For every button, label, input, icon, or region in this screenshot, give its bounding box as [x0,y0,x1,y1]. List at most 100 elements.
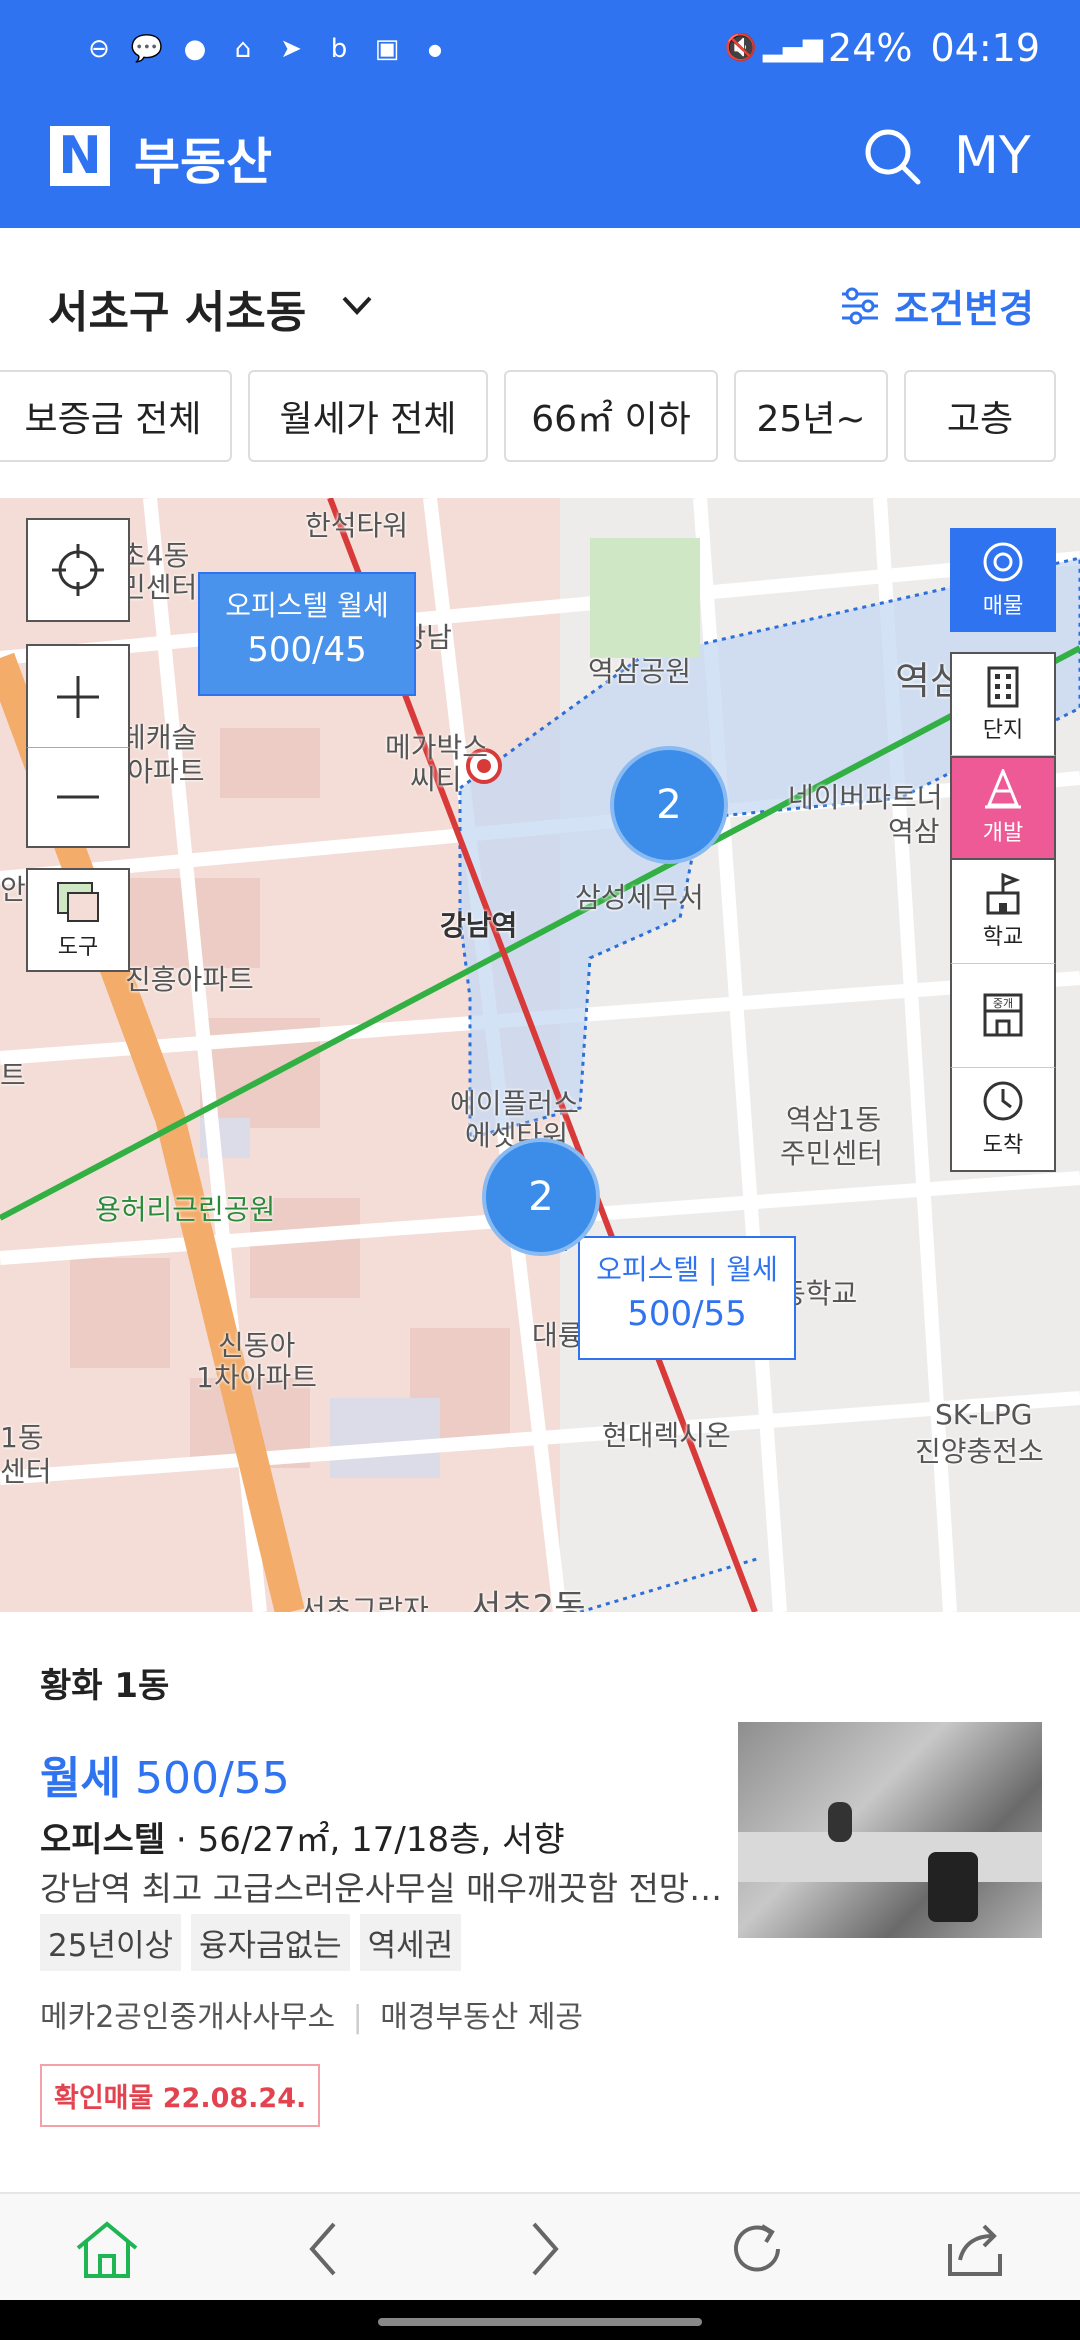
listing-description: 강남역 최고 고급스러운사무실 매우깨끗함 전망… [40,1869,720,1908]
tools-label: 도구 [57,935,99,960]
filter-chips: 보증금 전체 월세가 전체 66㎡ 이하 25년~ 고층 [0,370,1074,464]
filter-deposit[interactable]: 보증금 전체 [0,370,232,462]
arrival-time-button[interactable]: 도착 [950,1068,1056,1172]
zoom-in-button[interactable] [26,644,130,748]
listing-cluster[interactable]: 2 [610,746,728,864]
map-label: 진양충전소 [915,1435,1044,1468]
forward-arrow-icon[interactable] [508,2214,578,2284]
complex-layer-label: 단지 [982,717,1024,743]
agent-layer-button[interactable]: 중개 [950,964,1056,1068]
map-label: SK-LPG [935,1398,1033,1431]
bean-icon: ● [183,34,207,64]
map-label: 주민센터 [780,1137,884,1170]
map-label: 한석타워 [305,509,409,542]
map-label: 현대렉시온 [602,1419,731,1452]
bubble-price: 500/45 [247,630,367,670]
map-label: 서초그랑자 [300,1593,429,1612]
map-label: 서초2동 [470,1588,586,1612]
building-icon [987,666,1019,707]
filter-rent[interactable]: 월세가 전체 [248,370,488,462]
bubble-title: 오피스텔 월세 [225,589,389,622]
refresh-icon[interactable] [722,2214,792,2284]
school-layer-label: 학교 [982,924,1024,950]
listings-layer-button[interactable]: 매물 [950,528,1056,632]
back-arrow-icon[interactable] [290,2214,360,2284]
talk-icon: 💬 [130,34,164,64]
listing-spec-detail: 56/27㎡, 17/18층, 서향 [197,1820,565,1860]
home-gesture-handle[interactable] [378,2318,702,2326]
office-chair-shape [928,1852,978,1922]
map-label: 강남역 [440,909,518,942]
system-navigation-bar [0,2300,1080,2340]
condition-change-label: 조건변경 [894,287,1034,331]
listing-price: 500/55 [134,1753,290,1804]
map-tools-button[interactable]: 도구 [26,868,130,972]
bubble-title: 오피스텔 | 월세 [596,1253,778,1286]
app-title: 부동산 [134,133,272,191]
share-icon[interactable] [940,2214,1010,2284]
chevron-down-icon[interactable] [340,288,374,322]
layers-icon [57,882,99,922]
map-label: 안 [0,873,26,906]
price-bubble[interactable]: 오피스텔 월세 500/45 [198,572,416,696]
mute-icon: 🔇 [724,33,758,63]
listing-area: 황화 1동 [40,1666,170,1706]
listing-price-row: 월세 500/55 [40,1742,290,1806]
school-layer-button[interactable]: 학교 [950,860,1056,964]
b-icon: b [330,34,348,64]
search-icon[interactable] [858,122,928,192]
map-label: 1차아파트 [196,1361,317,1394]
map-label: 역삼공원 [588,655,692,688]
listing-tag: 25년이상 [40,1914,182,1971]
bottom-navigation [0,2192,1080,2300]
my-button[interactable]: MY [954,126,1031,186]
listing-photo[interactable] [738,1722,1042,1938]
map-view[interactable]: 한석타워 초4동 민센터 CGV강남 역삼공원 역삼 데캐슬 래미안아파트 메가… [0,498,1080,1612]
location-bar: 서초구 서초동 조건변경 [0,228,1080,358]
naver-logo[interactable]: N [50,126,110,186]
listing-agent: 메카2공인중개사사무소 [40,2000,336,2035]
condition-change-button[interactable]: 조건변경 [840,278,1034,333]
app-bar: N 부동산 MY [0,102,1080,228]
filter-area[interactable]: 66㎡ 이하 [504,370,718,462]
listings-layer-label: 매물 [982,594,1024,619]
listing-card[interactable]: 황화 1동 월세 500/55 오피스텔 · 56/27㎡, 17/18층, 서… [0,1612,1080,2192]
listing-cluster[interactable]: 2 [482,1138,600,1256]
map-label: 진흥아파트 [125,963,254,996]
status-bar: ⊖ 💬 ● ⌂ ➤ b ▣ ● 🔇 ▂▄▆ 24% 04:19 [0,0,1080,102]
listing-spec-type: 오피스텔 [40,1820,166,1860]
map-label: 씨티 [410,763,462,796]
school-icon [986,872,1021,914]
location-title[interactable]: 서초구 서초동 [48,276,306,340]
listing-tags: 25년이상 융자금없는 역세권 [40,1914,462,1971]
dot-icon: ● [428,39,442,59]
map-label: 역삼 [888,815,940,848]
map-label: 트 [0,1059,26,1092]
confirm-badge: 확인매물 22.08.24. [40,2064,321,2127]
telegram-icon: ➤ [280,34,302,64]
complex-layer-button[interactable]: 단지 [950,652,1056,756]
bubble-price: 500/55 [627,1294,747,1334]
zoom-out-button[interactable] [26,748,130,848]
gallery-icon: ▣ [374,34,400,64]
map-label: 용허리근린공원 [95,1193,276,1226]
office-desk-shape [738,1832,1042,1882]
filter-floor[interactable]: 고층 [904,370,1056,462]
plus-icon [57,675,99,718]
map-label: 삼성세무서 [575,881,704,914]
clock: 04:19 [930,26,1040,70]
filter-year[interactable]: 25년~ [734,370,888,462]
development-layer-button[interactable]: 개발 [950,756,1056,860]
listing-agent-row: 메카2공인중개사사무소 | 매경부동산 제공 [40,2000,584,2035]
target-icon [983,542,1023,582]
filter-sliders-icon [842,287,879,324]
arrival-time-label: 도착 [982,1133,1024,1158]
clock-icon [983,1081,1023,1121]
cone-icon [985,769,1021,809]
map-label: 센터 [0,1455,52,1488]
current-location-button[interactable] [26,518,130,622]
map-label: 민센터 [120,571,198,604]
home-icon[interactable] [72,2214,142,2284]
minus-icon [57,795,99,799]
price-bubble-selected[interactable]: 오피스텔 | 월세 500/55 [578,1236,796,1360]
